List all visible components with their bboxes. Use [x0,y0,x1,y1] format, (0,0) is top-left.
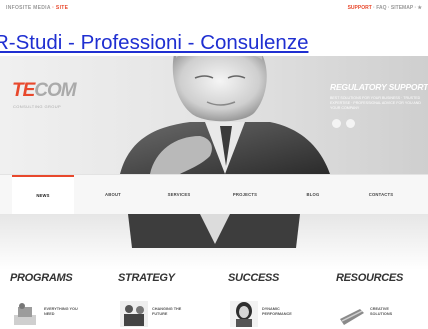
logo-te: TE [12,80,35,101]
logo-subtitle: CONSULTING GROUP [13,104,62,109]
nav-item-news[interactable]: NEWS [12,175,74,215]
hero-description: BEST SOLUTIONS FOR YOUR BUSINESS · TRUST… [330,96,421,110]
slider-next-button[interactable] [346,119,355,128]
top-right-links[interactable]: SUPPORT · FAQ · SITEMAP · ★ [348,5,422,11]
programs-caption: EVERYTHING YOU NEED [44,307,78,316]
overlay-link[interactable]: R-Studi - Professioni - Consulenze [0,31,428,55]
tecom-logo[interactable]: TECOM [12,80,77,102]
logo-com: COM [34,80,76,101]
strategy-caption: CHANGING THE FUTURE [152,307,182,316]
programs-thumbnail[interactable] [12,301,40,327]
slider-prev-button[interactable] [332,119,341,128]
businessman-photo [120,56,330,174]
success-caption: DYNAMIC PERFORMANCE [262,307,292,316]
nav-item-blog[interactable]: BLOG [282,175,344,215]
strategy-thumbnail[interactable] [120,301,148,327]
overlay-link-text[interactable]: R-Studi - Professioni - Consulenze [0,31,308,54]
top-left-text: INFOSITE MEDIA · SITE [6,5,68,11]
resources-thumbnail[interactable] [338,301,366,327]
top-left-accent: · SITE [52,5,69,11]
main-navigation: NEWS ABOUT SERVICES PROJECTS BLOG CONTAC… [0,174,428,216]
nav-item-contacts[interactable]: CONTACTS [350,175,412,215]
nav-item-services[interactable]: SERVICES [148,175,210,215]
top-left-label: INFOSITE MEDIA [6,5,51,11]
hero-banner: TECOM CONSULTING GROUP REGULATORY SUPPOR… [0,56,428,174]
content-section: PROGRAMS STRATEGY SUCCESS RESOURCES EVER… [0,214,428,329]
hero-bottom-fade [0,214,428,270]
nav-item-about[interactable]: ABOUT [82,175,144,215]
top-strip: INFOSITE MEDIA · SITE SUPPORT · FAQ · SI… [0,0,428,20]
resources-caption: CREATIVE SOLUTIONS [370,307,393,316]
section-title-resources[interactable]: RESOURCES [336,272,403,284]
website-screenshot: INFOSITE MEDIA · SITE SUPPORT · FAQ · SI… [0,0,428,329]
nav-item-projects[interactable]: PROJECTS [214,175,276,215]
support-link[interactable]: SUPPORT [348,5,372,11]
top-right-label[interactable]: · FAQ · SITEMAP · ★ [373,5,422,11]
success-thumbnail[interactable] [230,301,258,327]
section-title-strategy[interactable]: STRATEGY [118,272,175,284]
hero-heading: REGULATORY SUPPORT [330,82,428,92]
section-title-success[interactable]: SUCCESS [228,272,279,284]
section-title-programs[interactable]: PROGRAMS [10,272,73,284]
